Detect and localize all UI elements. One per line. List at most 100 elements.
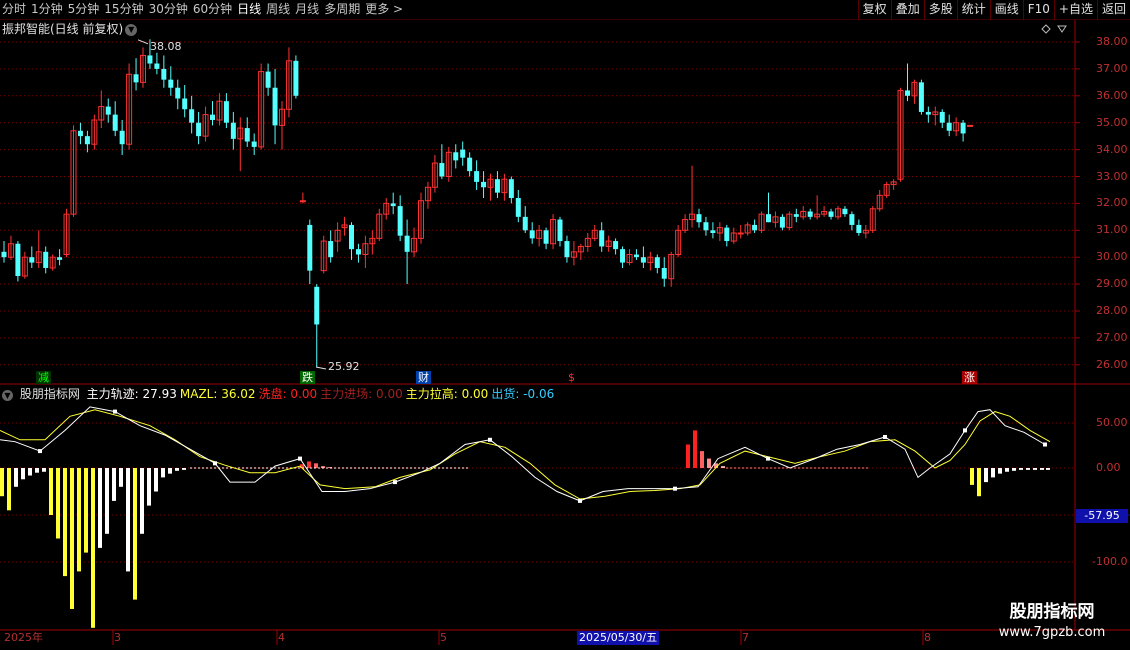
histogram-bar-negative (168, 468, 172, 474)
histogram-bar-negative (56, 468, 60, 539)
histogram-bar-negative (133, 468, 137, 600)
trace-marker (38, 449, 42, 454)
event-marker[interactable]: 财 (416, 371, 431, 384)
date-cursor-label: 2025/05/30/五 (577, 631, 660, 645)
price-tick-label: 32.00 (1096, 196, 1128, 210)
candle-body-down (154, 63, 160, 69)
histogram-bar-negative (1019, 468, 1023, 470)
histogram-bar-negative (161, 468, 165, 478)
candle-body-down (182, 98, 188, 110)
candle-body-down (807, 211, 813, 217)
histogram-bar-positive (700, 451, 704, 468)
histogram-bar-negative (14, 468, 18, 487)
candle-body-down (856, 224, 862, 233)
histogram-bar-negative (98, 468, 102, 548)
candle-body-down (390, 203, 396, 207)
candle-body-down (661, 267, 667, 279)
histogram-bar-positive (314, 463, 318, 468)
candle-body-down (946, 122, 952, 131)
indicator-settings-icon[interactable]: ▼ (2, 390, 13, 401)
price-tick-label: 34.00 (1096, 142, 1128, 156)
candle-body-down (766, 214, 771, 223)
candle-body-down (307, 224, 313, 271)
histogram-bar-negative (1012, 468, 1016, 471)
trace-marker (393, 480, 397, 485)
trace-marker (963, 428, 967, 433)
indicator-field-3: 主力进场: 0.00 (320, 387, 403, 401)
histogram-bar-negative (1033, 468, 1037, 470)
indicator-field-1: MAZL: 36.02 (179, 387, 256, 401)
histogram-bar-negative (1026, 468, 1030, 470)
candle-body-down (265, 71, 271, 88)
trace-marker (298, 456, 302, 461)
candle-body-down (244, 128, 250, 142)
candle-body-down (640, 257, 646, 263)
candle-body-down (828, 211, 834, 217)
trace-marker (883, 434, 887, 439)
candle-body-down (696, 214, 702, 223)
histogram-bar-negative (119, 468, 123, 487)
date-tick-label: 3 (114, 631, 121, 644)
price-tick-label: 27.00 (1096, 330, 1128, 344)
high-pointer (137, 39, 149, 45)
trace-marker (578, 498, 582, 503)
candle-body-down (752, 224, 758, 231)
candle-body-down (613, 241, 619, 250)
event-marker[interactable]: $ (566, 371, 577, 384)
histogram-bar-negative (35, 468, 39, 473)
indicator-field-5: 出货: -0.06 (491, 387, 555, 401)
candle-body-down (147, 55, 153, 64)
collapse-icon (1057, 25, 1067, 33)
price-tick-label: 31.00 (1096, 223, 1128, 237)
histogram-bar-negative (991, 468, 995, 478)
event-marker[interactable]: 减 (36, 371, 51, 384)
candle-body-down (210, 114, 215, 121)
candle-body-down (105, 106, 111, 115)
candle-body-down (404, 235, 410, 252)
candle-body-down (29, 257, 35, 263)
candle-body-down (474, 171, 480, 182)
indicator-name[interactable]: 股朋指标网 (20, 387, 80, 401)
candle-body-down (793, 214, 799, 217)
candle-body-down (620, 249, 626, 263)
histogram-bar-negative (998, 468, 1002, 474)
candle-body-down (481, 181, 487, 188)
trace-marker (113, 409, 117, 414)
high-price-annotation: 38.08 (150, 40, 182, 53)
histogram-bar-negative (182, 468, 186, 470)
histogram-bar-negative (175, 468, 179, 471)
histogram-bar-negative (977, 468, 981, 497)
event-marker[interactable]: 跌 (300, 371, 315, 384)
candle-body-up (299, 200, 306, 203)
candle-body-down (703, 222, 709, 231)
price-tick-label: 29.00 (1096, 277, 1128, 291)
price-tick-label: 33.00 (1096, 169, 1128, 183)
candle-body-up (737, 232, 744, 235)
indicator-tick-label: 0.00 (1096, 461, 1121, 474)
candle-body-down (161, 68, 167, 80)
candle-body-down (1, 251, 7, 258)
watermark-logo: 股朋指标网 www.7gpzb.com (984, 601, 1120, 645)
date-tick-label: 8 (924, 631, 931, 644)
watermark-title: 股朋指标网 (1009, 602, 1095, 622)
trace-marker (488, 437, 492, 442)
trace-marker (213, 461, 217, 466)
candle-body-down (230, 122, 236, 139)
histogram-bar-negative (63, 468, 67, 577)
candle-body-down (272, 87, 278, 126)
candle-body-down (925, 111, 931, 115)
candle-body-down (175, 87, 181, 99)
candle-body-up (967, 124, 974, 127)
histogram-bar-negative (91, 468, 95, 628)
candle-body-down (564, 241, 570, 258)
candle-body-down (196, 122, 202, 137)
price-tick-label: 37.00 (1096, 61, 1128, 75)
candle-body-down (119, 130, 125, 145)
event-marker[interactable]: 涨 (962, 371, 977, 384)
kline-chart[interactable] (0, 0, 1130, 650)
indicator-fields: 主力轨迹: 27.93 MAZL: 36.02 洗盘: 0.00 主力进场: 0.00… (87, 387, 558, 401)
candle-body-down (43, 251, 49, 268)
candle-body-down (251, 141, 257, 147)
indicator-tick-label: -100.0 (1092, 555, 1128, 568)
low-price-annotation: 25.92 (328, 360, 360, 373)
